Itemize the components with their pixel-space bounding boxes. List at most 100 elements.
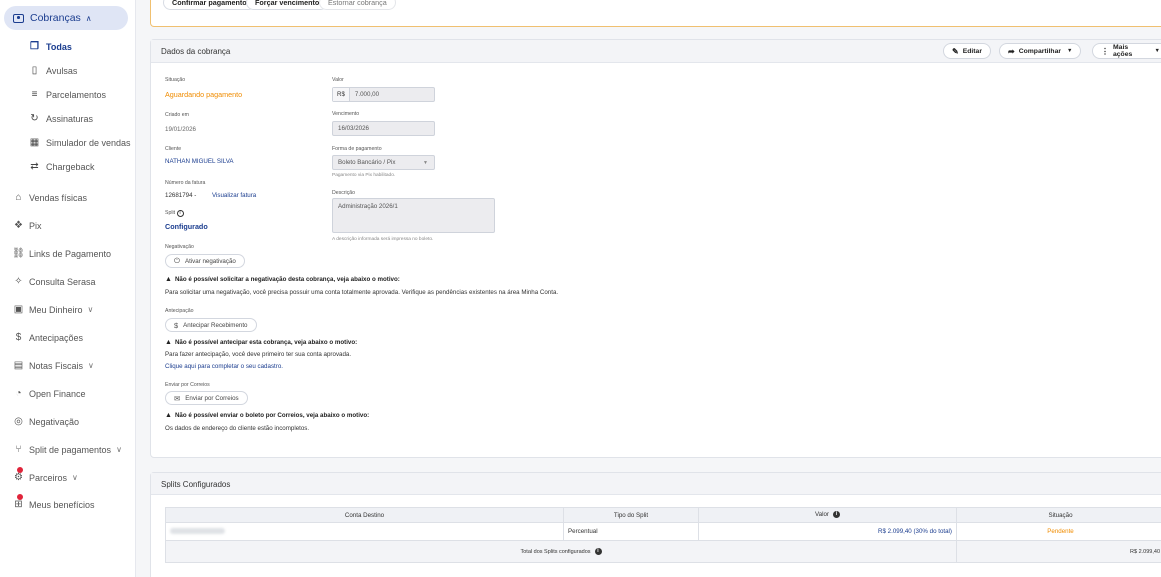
table-header-row: Conta Destino Tipo do Split Valor i Situa…	[165, 507, 1161, 523]
sidebar-item-split[interactable]: ⑂ Split de pagamentos ∨	[12, 444, 122, 455]
confirm-payment-button[interactable]: Confirmar pagamento	[163, 0, 256, 10]
sidebar-item-label: Negativação	[29, 416, 80, 427]
splits-title: Splits Configurados	[161, 480, 231, 489]
share-icon: ➦	[1008, 46, 1015, 56]
value-field-text: 7.000,00	[354, 91, 380, 98]
swap-icon: ⇄	[30, 161, 39, 172]
sidebar-sub-label: Parcelamentos	[46, 89, 107, 100]
caret-down-icon: ▼	[1067, 48, 1073, 54]
anticipate-button[interactable]: $ Antecipar Recebimento	[165, 318, 257, 332]
more-actions-button[interactable]: ⋮ Mais ações ▼	[1092, 43, 1161, 59]
column-header: Conta Destino	[165, 507, 564, 523]
notification-dot	[17, 467, 23, 473]
split-label: Split i	[165, 210, 184, 217]
mail-warning-text: Não é possível enviar o boleto por Corre…	[174, 412, 370, 419]
send-mail-label: Enviar por Correios	[185, 394, 239, 402]
sidebar-item-label: Antecipações	[29, 332, 84, 343]
sidebar-item-open-finance[interactable]: ◔ Open Finance	[12, 388, 86, 399]
card-title: Dados da cobrança	[161, 47, 231, 56]
sidebar-item-serasa[interactable]: ✧ Consulta Serasa	[12, 276, 96, 287]
power-icon: ⏻	[174, 256, 180, 265]
sidebar-item-meu-dinheiro[interactable]: ▣ Meu Dinheiro ∨	[12, 304, 94, 315]
column-header: Situação	[956, 507, 1161, 523]
anticipation-warning-text: Não é possível antecipar esta cobrança, …	[174, 339, 358, 346]
status-label: Situação	[165, 77, 186, 83]
sidebar-sub-label: Avulsas	[46, 65, 78, 76]
sidebar-item-label: Meu Dinheiro	[29, 304, 83, 315]
description-help: A descrição informada será impressa no b…	[332, 237, 434, 242]
value-field[interactable]: R$ 7.000,00	[332, 87, 435, 102]
total-value-cell: R$ 2.099,40	[956, 540, 1161, 563]
wallet-icon: ▣	[13, 304, 24, 315]
sidebar-item-cobrancas[interactable]: Cobranças ∧	[4, 6, 128, 30]
splits-header: Splits Configurados	[151, 473, 1161, 495]
total-label-cell: Total dos Splits configurados i	[165, 540, 957, 563]
sidebar-item-label: Split de pagamentos	[29, 444, 112, 455]
activate-negativation-label: Ativar negativação	[184, 257, 236, 265]
store-icon: ⌂	[15, 192, 22, 203]
split-icon: ⑂	[15, 444, 22, 455]
share-label: Compartilhar	[1018, 47, 1062, 55]
reverse-charge-button[interactable]: Estornar cobrança	[319, 0, 396, 10]
sidebar-item-links[interactable]: ⛓ Links de Pagamento	[12, 248, 111, 259]
force-due-button[interactable]: Forçar vencimento	[246, 0, 329, 10]
pencil-icon: ✎	[952, 46, 959, 56]
sidebar-item-label: Consulta Serasa	[29, 276, 96, 287]
sidebar-sub-simulador[interactable]: ▦ Simulador de vendas	[28, 137, 131, 148]
column-header-label: Valor	[815, 511, 829, 519]
file-icon: ▯	[31, 65, 38, 76]
table-row: Percentual R$ 2.099,40 (30% do total) Pe…	[165, 522, 1161, 541]
refresh-icon: ↻	[30, 113, 39, 124]
card-header: Dados da cobrança ✎ Editar ➦ Compartilha…	[151, 40, 1161, 63]
description-field[interactable]: Administração 2026/1	[332, 198, 495, 233]
caret-down-icon: ▼	[423, 159, 428, 166]
sidebar-item-label: Open Finance	[29, 388, 86, 399]
charge-actions-bar: Confirmar pagamento Forçar vencimento Es…	[150, 0, 1161, 27]
sidebar-sub-chargeback[interactable]: ⇄ Chargeback	[28, 161, 94, 172]
more-actions-label: Mais ações	[1113, 44, 1133, 58]
sidebar-sub-parcelamentos[interactable]: ≡ Parcelamentos	[28, 89, 106, 100]
sidebar-item-label: Pix	[29, 220, 42, 231]
chevron-down-icon: ∨	[88, 361, 94, 370]
send-mail-button[interactable]: ✉ Enviar por Correios	[165, 391, 248, 405]
sidebar-sub-label: Todas	[46, 41, 72, 52]
sparkle-icon: ✧	[14, 276, 23, 287]
sidebar-item-beneficios[interactable]: ⊞ Meus benefícios	[12, 494, 95, 510]
sidebar-item-vendas-fisicas[interactable]: ⌂ Vendas físicas	[12, 192, 87, 203]
dollar-icon: $	[15, 332, 22, 343]
invoice-icon: ▤	[13, 360, 24, 371]
share-button[interactable]: ➦ Compartilhar ▼	[999, 43, 1082, 59]
invoice-number-value: 12681794 -	[165, 192, 197, 199]
sidebar-sub-avulsas[interactable]: ▯ Avulsas	[28, 65, 78, 76]
chevron-down-icon: ∨	[116, 445, 122, 454]
splits-card: Splits Configurados Conta Destino Tipo d…	[150, 472, 1161, 577]
mail-reason: Os dados de endereço do cliente estão in…	[165, 425, 310, 432]
payment-help: Pagamento via Pix habilitado.	[332, 173, 396, 178]
column-header: Tipo do Split	[563, 507, 699, 523]
list-icon: ≡	[31, 89, 38, 100]
warning-icon: ▲	[165, 276, 172, 283]
activate-negativation-button[interactable]: ⏻ Ativar negativação	[165, 254, 245, 268]
sidebar-item-label: Notas Fiscais	[29, 360, 84, 371]
partners-icon: ⚙	[12, 467, 25, 483]
sidebar-item-notas-fiscais[interactable]: ▤ Notas Fiscais ∨	[12, 360, 94, 371]
payment-method-select[interactable]: Boleto Bancário / Pix ▼	[332, 155, 435, 170]
sidebar-sub-todas[interactable]: ❐ Todas	[28, 41, 72, 52]
complete-registration-link[interactable]: Clique aqui para completar o seu cadastr…	[165, 363, 283, 370]
sidebar-item-antecipacoes[interactable]: $ Antecipações	[12, 332, 83, 343]
document-icon: ❐	[30, 41, 39, 52]
sidebar-item-negativacao[interactable]: ◎ Negativação	[12, 416, 79, 427]
value-label: Valor	[332, 77, 344, 83]
view-invoice-link[interactable]: Visualizar fatura	[212, 192, 256, 199]
sidebar-sub-assinaturas[interactable]: ↻ Assinaturas	[28, 113, 93, 124]
money-icon	[13, 13, 24, 23]
description-text: Administração 2026/1	[338, 203, 398, 210]
client-link[interactable]: NATHAN MIGUEL SILVA	[165, 158, 234, 165]
sidebar-item-pix[interactable]: ❖ Pix	[12, 220, 42, 231]
sidebar-item-label: Parceiros	[29, 472, 68, 483]
due-date-field[interactable]: 16/03/2026	[332, 121, 435, 136]
invoice-number-label: Número da fatura	[165, 180, 206, 186]
edit-button[interactable]: ✎ Editar	[943, 43, 991, 59]
sidebar-sub-label: Simulador de vendas	[46, 137, 131, 148]
sidebar-item-parceiros[interactable]: ⚙ Parceiros ∨	[12, 467, 78, 483]
